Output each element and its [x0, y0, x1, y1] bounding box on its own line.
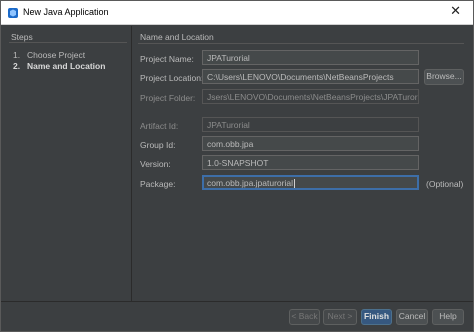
optional-label: (Optional)	[426, 179, 464, 189]
back-button[interactable]: < Back	[289, 309, 320, 325]
section-heading: Name and Location	[140, 32, 214, 42]
help-button[interactable]: Help	[432, 309, 464, 325]
artifact-id-label: Artifact Id:	[140, 121, 179, 131]
close-icon[interactable]: ✕	[450, 5, 461, 19]
step-number: 2.	[13, 61, 21, 71]
step-label: Choose Project	[27, 50, 86, 60]
step-name-and-location: 2. Name and Location	[13, 61, 105, 71]
project-location-label: Project Location:	[140, 73, 204, 83]
artifact-id-field: JPATurorial	[202, 117, 419, 132]
package-value: com.obb.jpa.jpaturorial	[207, 178, 293, 188]
browse-button[interactable]: Browse...	[424, 69, 464, 85]
steps-panel: Steps 1. Choose Project 2. Name and Locati…	[1, 26, 132, 301]
project-name-label: Project Name:	[140, 54, 194, 64]
new-java-application-dialog: New Java Application ✕ Steps 1. Choose Pr…	[0, 0, 474, 332]
steps-heading: Steps	[11, 32, 33, 42]
finish-button[interactable]: Finish	[361, 309, 392, 325]
version-field[interactable]: 1.0-SNAPSHOT	[202, 155, 419, 170]
steps-divider	[9, 42, 127, 43]
package-label: Package:	[140, 179, 176, 189]
next-button[interactable]: Next >	[323, 309, 357, 325]
button-bar-divider	[1, 301, 473, 302]
project-location-field[interactable]: C:\Users\LENOVO\Documents\NetBeansProjec…	[202, 69, 419, 84]
step-label: Name and Location	[27, 61, 106, 71]
cancel-button[interactable]: Cancel	[396, 309, 428, 325]
project-folder-field: Jsers\LENOVO\Documents\NetBeansProjects\…	[202, 89, 419, 104]
project-folder-label: Project Folder:	[140, 93, 196, 103]
group-id-field[interactable]: com.obb.jpa	[202, 136, 419, 151]
window-title: New Java Application	[23, 7, 109, 17]
text-caret	[294, 179, 295, 189]
netbeans-app-icon	[8, 8, 18, 18]
group-id-label: Group Id:	[140, 140, 176, 150]
step-number: 1.	[13, 50, 21, 60]
title-bar: New Java Application ✕	[1, 1, 473, 25]
package-field[interactable]: com.obb.jpa.jpaturorial	[202, 175, 419, 190]
section-divider	[138, 43, 464, 44]
version-label: Version:	[140, 159, 171, 169]
project-name-field[interactable]: JPATurorial	[202, 50, 419, 65]
step-choose-project: 1. Choose Project	[13, 50, 85, 60]
